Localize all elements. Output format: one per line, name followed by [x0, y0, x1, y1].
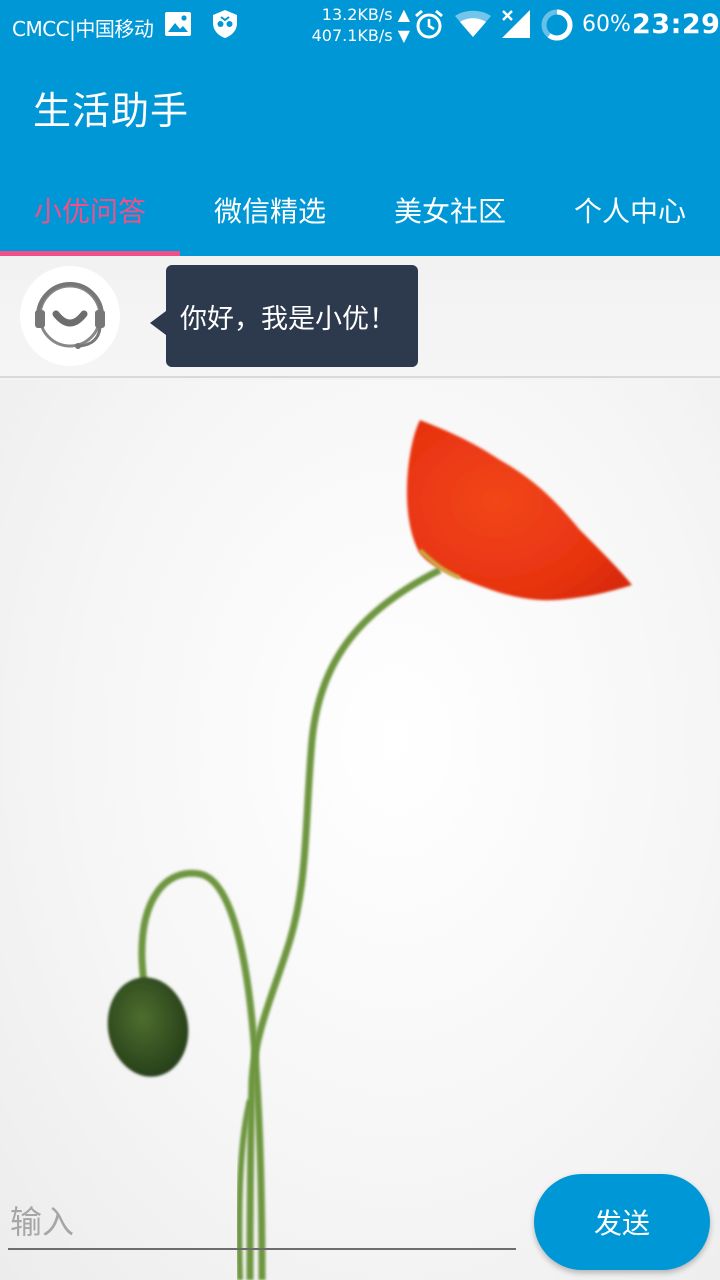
send-button[interactable]: 发送: [534, 1174, 710, 1270]
tab-bar: 小优问答 微信精选 美女社区 个人中心: [0, 172, 720, 256]
shield-icon: [213, 10, 237, 38]
avatar: [20, 266, 120, 366]
carrier-name: CMCC|中国移动: [12, 17, 154, 41]
upload-speed: 13.2KB/s: [321, 5, 393, 24]
greeting-text: 你好，我是小优！: [180, 303, 396, 335]
status-bar: CMCC|中国移动 13.2KB/s ▲ 407.1KB/s ▼ 60% 23:…: [0, 0, 720, 50]
tab-wechat-picks[interactable]: 微信精选: [180, 172, 360, 256]
tab-label: 微信精选: [213, 195, 326, 228]
image-icon: [165, 12, 191, 36]
background-image: [0, 380, 720, 1280]
tab-label: 个人中心: [573, 195, 686, 228]
customer-service-icon: [35, 282, 105, 349]
chat-message-row: 你好，我是小优！: [0, 256, 720, 378]
tab-label: 美女社区: [393, 195, 506, 228]
clock: 23:29: [632, 9, 720, 40]
tab-qa[interactable]: 小优问答: [0, 172, 180, 256]
signal-icon: [502, 10, 530, 38]
wifi-icon: [455, 10, 491, 37]
battery-percent: 60%: [582, 12, 631, 37]
tab-label: 小优问答: [33, 195, 146, 228]
alarm-icon: [415, 9, 443, 39]
battery-icon: [541, 9, 573, 41]
app-title: 生活助手: [33, 89, 190, 133]
top-header: CMCC|中国移动 13.2KB/s ▲ 407.1KB/s ▼ 60% 23:…: [0, 0, 720, 256]
tab-community[interactable]: 美女社区: [360, 172, 540, 256]
download-speed: 407.1KB/s: [311, 26, 393, 45]
network-speed: 13.2KB/s ▲ 407.1KB/s ▼: [311, 5, 410, 45]
message-input[interactable]: [8, 1196, 516, 1250]
tab-profile[interactable]: 个人中心: [540, 172, 720, 256]
poppy-flower-illustration: [107, 420, 632, 1280]
chat-bubble: 你好，我是小优！: [150, 265, 418, 367]
